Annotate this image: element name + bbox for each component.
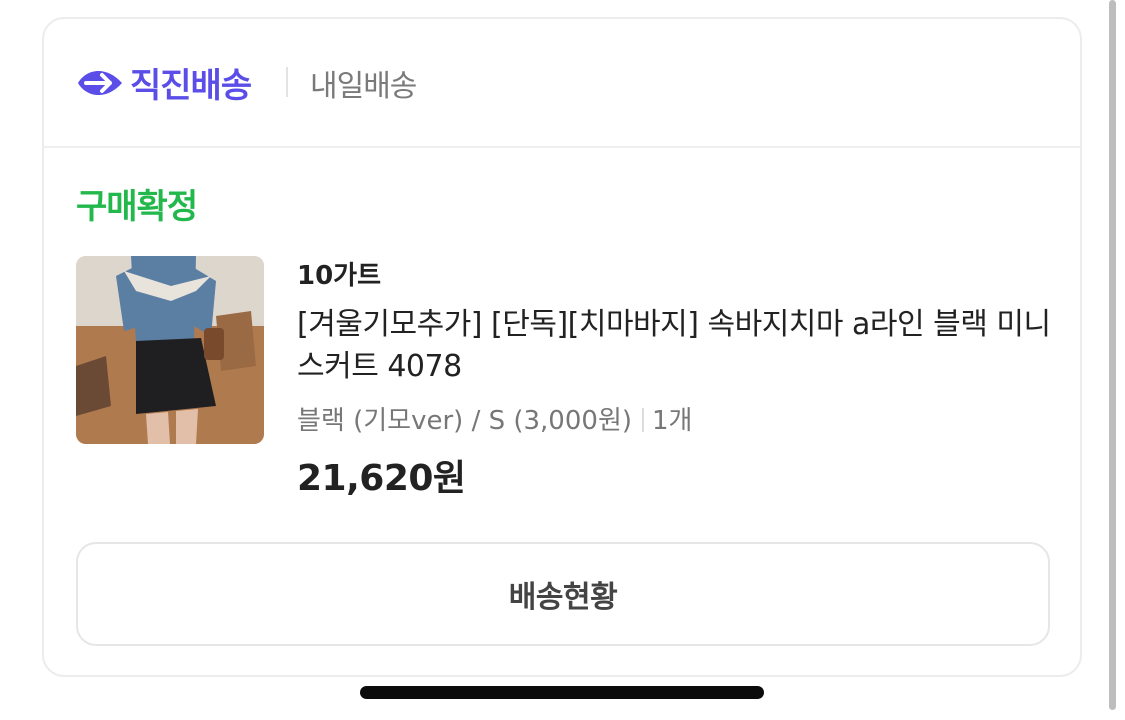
product-option-row: 블랙 (기모ver) / S (3,000원) 1개	[297, 400, 692, 437]
product-price: 21,620원	[297, 458, 466, 499]
product-quantity: 1개	[652, 406, 693, 436]
delivery-type-label: 내일배송	[310, 69, 417, 104]
product-title[interactable]: [겨울기모추가] [단독][치마바지] 속바지치마 a라인 블랙 미니 스커트 …	[297, 304, 1057, 388]
order-status: 구매확정	[76, 187, 198, 227]
arrow-delivery-icon	[78, 70, 122, 96]
scrollbar[interactable]	[1109, 0, 1116, 710]
delivery-header: 직진배송 내일배송	[44, 19, 1080, 148]
header-divider	[286, 67, 288, 97]
product-option: 블랙 (기모ver) / S (3,000원)	[297, 406, 633, 436]
delivery-status-button[interactable]: 배송현황	[76, 542, 1050, 646]
seller-name[interactable]: 10가트	[297, 255, 381, 292]
product-thumbnail[interactable]	[76, 256, 264, 444]
option-divider	[642, 408, 645, 432]
order-card: 직진배송 내일배송 구매확정 10가트 [겨울기모추가] [단독][치마바지] …	[42, 17, 1082, 677]
home-indicator	[360, 686, 764, 699]
brand-label: 직진배송	[130, 66, 252, 106]
